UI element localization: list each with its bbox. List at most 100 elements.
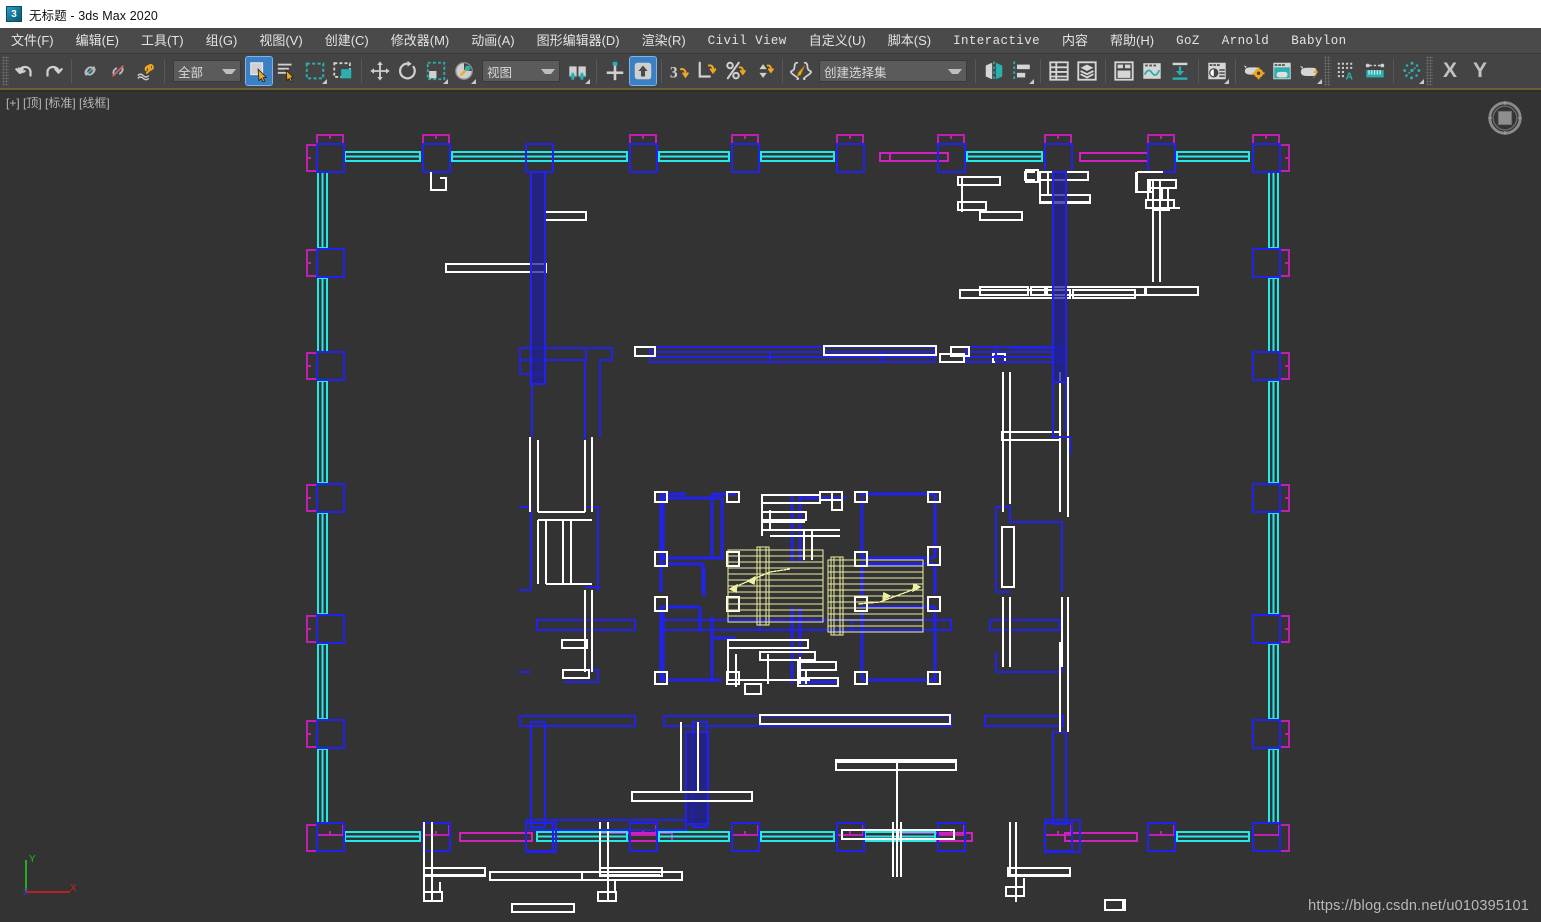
scene-explorer-icon xyxy=(1077,61,1097,81)
toolbar-separator-8 xyxy=(1040,59,1041,83)
curve-editor-button[interactable] xyxy=(1138,56,1166,86)
select-and-move-button[interactable] xyxy=(366,56,394,86)
snaps-3d-toggle-button[interactable] xyxy=(629,56,657,86)
menu-goz[interactable]: GoZ xyxy=(1165,28,1211,54)
reference-coordinate-system-dropdown[interactable]: 视图 xyxy=(482,60,560,82)
layer-explorer-icon xyxy=(1049,61,1069,81)
toolbar-separator-9 xyxy=(1105,59,1106,83)
select-and-scale-button[interactable] xyxy=(422,56,450,86)
menu-customize[interactable]: 自定义(U) xyxy=(798,28,877,54)
snap-magnet-icon xyxy=(634,62,652,80)
menu-scripting[interactable]: 脚本(S) xyxy=(877,28,942,54)
menu-modifiers[interactable]: 修改器(M) xyxy=(380,28,461,54)
axis-constraint-y-button[interactable]: Y xyxy=(1465,59,1495,83)
menu-arnold[interactable]: Arnold xyxy=(1211,28,1280,54)
use-pivot-point-center-button[interactable] xyxy=(564,56,592,86)
toolbar-separator-12 xyxy=(1393,59,1394,83)
chevron-down-icon xyxy=(222,68,236,74)
spinner-snap-toggle-button[interactable] xyxy=(750,56,778,86)
toolbar-separator-3 xyxy=(361,59,362,83)
select-and-rotate-button[interactable] xyxy=(394,56,422,86)
project-folder-grid-icon: A xyxy=(1337,62,1354,82)
select-and-link-button[interactable] xyxy=(76,56,104,86)
scale-icon xyxy=(426,61,446,81)
angle-snap-toggle-button[interactable]: 3 xyxy=(666,56,694,86)
edit-named-selection-sets-button[interactable] xyxy=(787,56,815,86)
window-title: 无标题 - 3ds Max 2020 xyxy=(29,8,158,23)
svg-text:3: 3 xyxy=(670,64,678,81)
rendered-frame-icon xyxy=(1273,62,1291,80)
toggle-ribbon-button[interactable] xyxy=(1110,56,1138,86)
scene-explorer-button[interactable] xyxy=(1073,56,1101,86)
axis-constraint-x-button[interactable]: X xyxy=(1435,59,1465,83)
ribbon-icon xyxy=(1114,61,1134,81)
layer-explorer-button[interactable] xyxy=(1045,56,1073,86)
svg-text:A: A xyxy=(1346,71,1354,82)
toolbar-separator-6 xyxy=(782,59,783,83)
menu-bar: 文件(F) 编辑(E) 工具(T) 组(G) 视图(V) 创建(C) 修改器(M) 动画(A)… xyxy=(0,28,1541,54)
menu-rendering[interactable]: 渲染(R) xyxy=(631,28,697,54)
material-editor-button[interactable] xyxy=(1203,56,1231,86)
space-warp-bind-icon xyxy=(137,64,154,81)
toolbar-separator-4 xyxy=(596,59,597,83)
menu-edit[interactable]: 编辑(E) xyxy=(65,28,130,54)
move-icon xyxy=(370,61,390,81)
undo-button[interactable] xyxy=(11,56,39,86)
viewport-top-wireframe[interactable]: [+] [顶] [标准] [线框] Y X Z https://blog.csd… xyxy=(0,92,1541,922)
mirror-button[interactable] xyxy=(980,56,1008,86)
axis-y-label: Y xyxy=(29,854,36,865)
menu-babylon[interactable]: Babylon xyxy=(1280,28,1357,54)
window-crossing-toggle-button[interactable] xyxy=(329,56,357,86)
menu-views[interactable]: 视图(V) xyxy=(248,28,313,54)
menu-content[interactable]: 内容 xyxy=(1051,28,1099,54)
select-object-button[interactable] xyxy=(245,56,273,86)
reference-coordinate-value: 视图 xyxy=(487,65,513,80)
menu-civil-view[interactable]: Civil View xyxy=(697,28,798,54)
toolbar-grip-3[interactable] xyxy=(1426,56,1433,86)
toolbar-separator-2 xyxy=(164,59,165,83)
unlink-selection-button[interactable] xyxy=(104,56,132,86)
menu-graph-editors[interactable]: 图形编辑器(D) xyxy=(526,28,631,54)
menu-file[interactable]: 文件(F) xyxy=(0,28,65,54)
particle-view-button[interactable] xyxy=(1398,56,1426,86)
toolbar-separator-10 xyxy=(1198,59,1199,83)
link-icon xyxy=(84,66,96,76)
menu-create[interactable]: 创建(C) xyxy=(314,28,380,54)
selection-filter-value: 全部 xyxy=(178,65,204,80)
undo-icon xyxy=(15,65,32,77)
named-selection-sets-dropdown[interactable]: 创建选择集 xyxy=(819,60,967,82)
menu-animation[interactable]: 动画(A) xyxy=(460,28,525,54)
project-folder-button[interactable]: A xyxy=(1333,56,1361,86)
axis-z-label: Z xyxy=(23,887,29,897)
menu-help[interactable]: 帮助(H) xyxy=(1099,28,1165,54)
main-toolbar: 全部 视图 3 创建选择集 A X Y xyxy=(0,54,1541,90)
schematic-view-button[interactable] xyxy=(1166,56,1194,86)
render-production-button[interactable] xyxy=(1296,56,1324,86)
watermark-url: https://blog.csdn.net/u010395101 xyxy=(1308,898,1529,914)
rectangular-selection-region-button[interactable] xyxy=(301,56,329,86)
menu-group[interactable]: 组(G) xyxy=(195,28,249,54)
toolbar-grip[interactable] xyxy=(2,56,9,86)
chevron-down-icon xyxy=(541,68,555,74)
app-icon: 3 xyxy=(6,6,22,22)
pivot-center-icon xyxy=(569,66,586,80)
snap-toggle-button[interactable] xyxy=(601,56,629,86)
toolbar-grip-2[interactable] xyxy=(1324,56,1331,86)
select-by-name-button[interactable] xyxy=(273,56,301,86)
select-and-place-button[interactable] xyxy=(450,56,478,86)
percent-snap-toggle-button[interactable] xyxy=(722,56,750,86)
render-setup-button[interactable] xyxy=(1240,56,1268,86)
bind-to-space-warp-button[interactable] xyxy=(132,56,160,86)
menu-interactive[interactable]: Interactive xyxy=(942,28,1051,54)
angle-snap-degrees-button[interactable] xyxy=(694,56,722,86)
viewcube-navigation-gizmo[interactable] xyxy=(1486,99,1524,137)
align-button[interactable] xyxy=(1008,56,1036,86)
render-production-teapot-icon xyxy=(1299,65,1319,80)
selection-filter-dropdown[interactable]: 全部 xyxy=(173,60,241,82)
rendered-frame-window-button[interactable] xyxy=(1268,56,1296,86)
redo-button[interactable] xyxy=(39,56,67,86)
toolbar-separator-1 xyxy=(71,59,72,83)
measure-distance-button[interactable] xyxy=(1361,56,1389,86)
named-selection-sets-value: 创建选择集 xyxy=(824,65,887,80)
menu-tools[interactable]: 工具(T) xyxy=(130,28,195,54)
